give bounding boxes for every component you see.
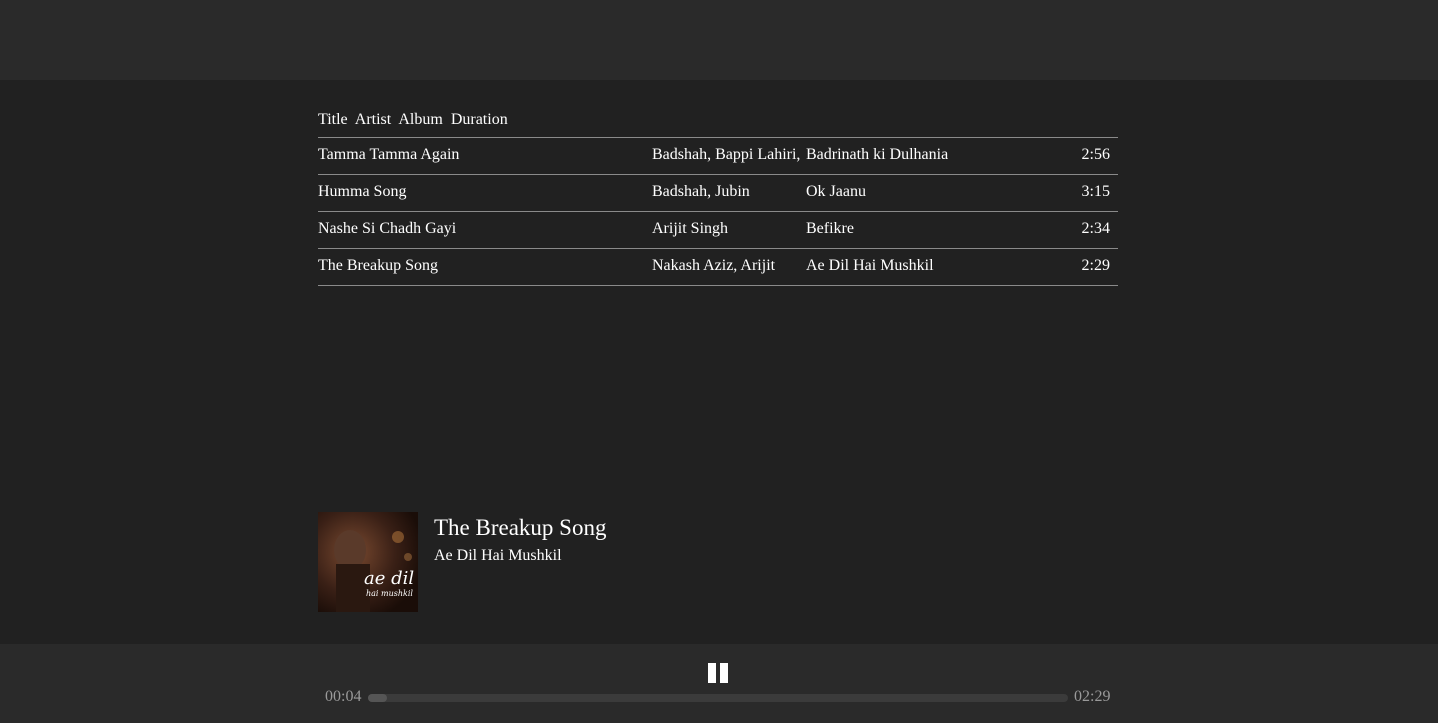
track-album: Badrinath ki Dulhania (806, 146, 949, 163)
now-playing-info: The Breakup Song Ae Dil Hai Mushkil (434, 515, 606, 565)
now-playing-album: Ae Dil Hai Mushkil (434, 547, 562, 564)
player-bar: 00:04 02:29 (0, 644, 1438, 723)
track-artist: Badshah, Bappi Lahiri, (652, 146, 801, 163)
track-list-header: Title Artist Album Duration (318, 80, 1118, 138)
track-artist: Arijit Singh (652, 220, 729, 237)
track-artist: Nakash Aziz, Arijit (652, 257, 776, 274)
top-bar (0, 0, 1438, 80)
track-duration: 3:15 (1081, 183, 1110, 200)
track-row[interactable]: Tamma Tamma Again Badshah, Bappi Lahiri,… (318, 138, 1118, 175)
track-title: Humma Song (318, 183, 407, 200)
progress-bar[interactable] (368, 694, 1068, 702)
album-art-text: ae dil (364, 568, 414, 589)
header-duration: Duration (450, 111, 508, 128)
progress-fill (368, 694, 387, 702)
header-artist: Artist (354, 111, 392, 128)
pause-button[interactable] (707, 662, 729, 684)
current-time: 00:04 (325, 688, 362, 705)
track-row[interactable]: The Breakup Song Nakash Aziz, Arijit Ae … (318, 249, 1118, 286)
track-row[interactable]: Nashe Si Chadh Gayi Arijit Singh Befikre… (318, 212, 1118, 249)
album-art: ae dil hai mushkil (318, 512, 418, 612)
track-album: Befikre (806, 220, 854, 237)
track-title: Tamma Tamma Again (318, 146, 460, 163)
now-playing-title: The Breakup Song (434, 515, 607, 540)
total-time: 02:29 (1074, 688, 1111, 705)
album-art-subtext: hai mushkil (366, 589, 413, 598)
track-artist: Badshah, Jubin (652, 183, 750, 200)
album-art-image: ae dil hai mushkil (318, 512, 418, 612)
track-duration: 2:29 (1081, 257, 1110, 274)
track-title: Nashe Si Chadh Gayi (318, 220, 457, 237)
track-duration: 2:34 (1081, 220, 1110, 237)
header-title: Title (318, 111, 348, 128)
header-album: Album (398, 111, 443, 128)
track-album: Ok Jaanu (806, 183, 866, 200)
track-list: Title Artist Album Duration Tamma Tamma … (318, 80, 1118, 286)
pause-icon (708, 663, 728, 683)
track-album: Ae Dil Hai Mushkil (806, 257, 934, 274)
track-duration: 2:56 (1081, 146, 1110, 163)
track-row[interactable]: Humma Song Badshah, Jubin Ok Jaanu 3:15 (318, 175, 1118, 212)
track-title: The Breakup Song (318, 257, 438, 274)
